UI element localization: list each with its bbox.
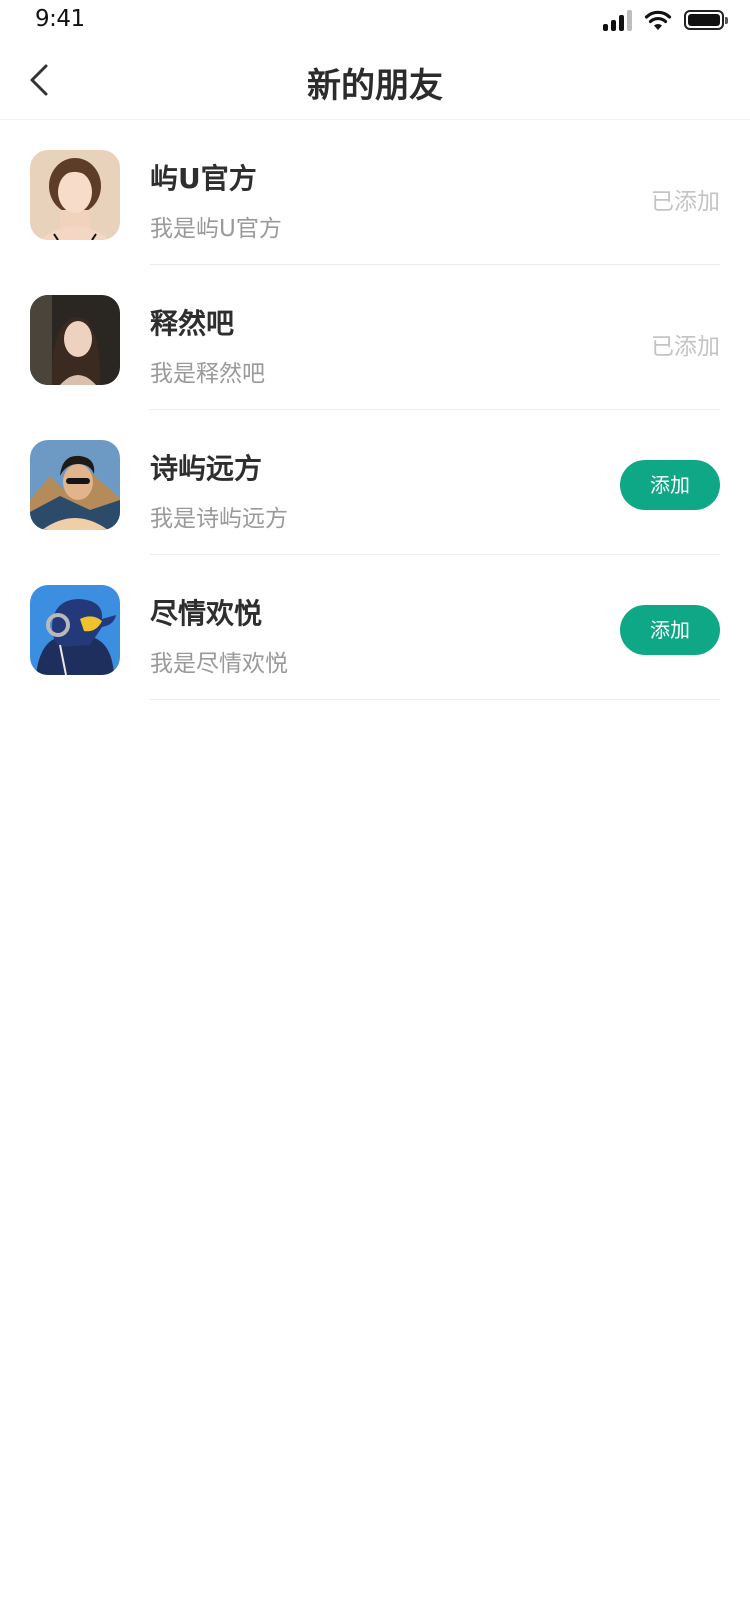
friend-name: 诗屿远方 xyxy=(150,452,263,485)
friend-message: 我是诗屿远方 xyxy=(150,506,288,532)
new-friends-screen: 9:41 新的朋友 屿U官方 我是屿U官方 已添加 释然吧 我是释然吧 已添加 … xyxy=(0,0,750,1624)
add-friend-button[interactable]: 添加 xyxy=(620,460,720,510)
page-title: 新的朋友 xyxy=(307,66,443,106)
battery-icon xyxy=(684,10,728,30)
avatar xyxy=(30,585,120,675)
avatar xyxy=(30,295,120,385)
added-status-label: 已添加 xyxy=(651,334,720,360)
friend-message: 我是屿U官方 xyxy=(150,216,282,242)
friend-name: 尽情欢悦 xyxy=(150,597,263,630)
status-bar: 9:41 xyxy=(0,0,750,40)
friend-row[interactable]: 屿U官方 我是屿U官方 已添加 xyxy=(0,120,750,265)
avatar xyxy=(30,150,120,240)
friend-row[interactable]: 释然吧 我是释然吧 已添加 xyxy=(0,265,750,410)
wifi-icon xyxy=(644,10,672,30)
status-icons xyxy=(603,8,728,32)
friend-message: 我是尽情欢悦 xyxy=(150,651,288,677)
cellular-signal-icon xyxy=(603,9,632,31)
friend-row[interactable]: 尽情欢悦 我是尽情欢悦 添加 xyxy=(0,555,750,700)
friend-list: 屿U官方 我是屿U官方 已添加 释然吧 我是释然吧 已添加 诗屿远方 我是诗屿远… xyxy=(0,120,750,700)
nav-bar: 新的朋友 xyxy=(0,40,750,120)
row-divider xyxy=(150,699,720,700)
added-status-label: 已添加 xyxy=(651,189,720,215)
add-friend-button[interactable]: 添加 xyxy=(620,605,720,655)
friend-row[interactable]: 诗屿远方 我是诗屿远方 添加 xyxy=(0,410,750,555)
avatar xyxy=(30,440,120,530)
friend-name: 屿U官方 xyxy=(150,162,257,195)
friend-message: 我是释然吧 xyxy=(150,361,265,387)
status-time: 9:41 xyxy=(35,6,85,32)
friend-name: 释然吧 xyxy=(150,307,235,340)
